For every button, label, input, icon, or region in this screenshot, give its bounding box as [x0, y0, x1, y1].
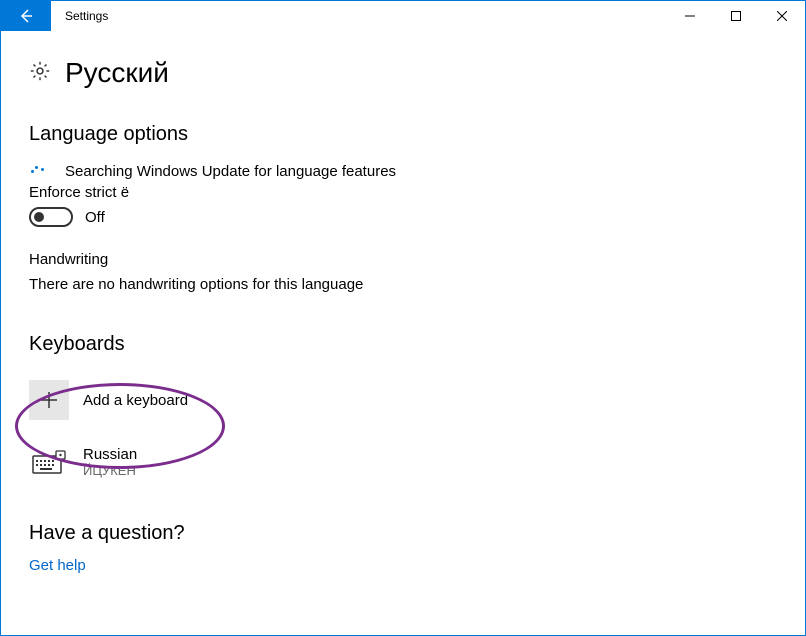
toggle-knob — [34, 212, 44, 222]
toggle-state-label: Off — [85, 209, 105, 226]
status-row: Searching Windows Update for language fe… — [29, 162, 777, 180]
minimize-button[interactable] — [667, 1, 713, 31]
section-keyboards: Keyboards — [29, 333, 777, 356]
add-keyboard-label: Add a keyboard — [83, 392, 188, 409]
content-area: Русский Language options Searching Windo… — [1, 31, 805, 574]
handwriting-heading: Handwriting — [29, 251, 777, 268]
back-arrow-icon — [18, 8, 34, 24]
get-help-link[interactable]: Get help — [29, 557, 777, 574]
status-text: Searching Windows Update for language fe… — [65, 163, 396, 180]
keyboard-name: Russian — [83, 446, 137, 463]
question-heading: Have a question? — [29, 522, 777, 545]
minimize-icon — [685, 11, 695, 21]
section-language-options: Language options — [29, 123, 777, 146]
maximize-icon — [731, 11, 741, 21]
page-header: Русский — [29, 57, 777, 89]
keyboard-layout: ЙЦУКЕН — [83, 463, 137, 478]
close-button[interactable] — [759, 1, 805, 31]
keyboard-text: Russian ЙЦУКЕН — [83, 446, 137, 478]
loading-spinner-icon — [29, 162, 47, 180]
enforce-strict-toggle[interactable] — [29, 207, 73, 227]
enforce-strict-toggle-row: Off — [29, 207, 777, 227]
keyboard-icon — [29, 442, 69, 482]
add-keyboard-button[interactable]: Add a keyboard — [29, 380, 777, 420]
titlebar: Settings — [1, 1, 805, 31]
gear-icon — [29, 60, 51, 87]
plus-icon — [39, 390, 59, 410]
keyboard-item[interactable]: Russian ЙЦУКЕН — [29, 442, 777, 482]
handwriting-text: There are no handwriting options for thi… — [29, 276, 777, 293]
maximize-button[interactable] — [713, 1, 759, 31]
window-title: Settings — [51, 1, 122, 31]
back-button[interactable] — [1, 1, 51, 31]
enforce-strict-label: Enforce strict ё — [29, 184, 777, 201]
close-icon — [777, 11, 787, 21]
page-title: Русский — [65, 57, 169, 89]
plus-box — [29, 380, 69, 420]
